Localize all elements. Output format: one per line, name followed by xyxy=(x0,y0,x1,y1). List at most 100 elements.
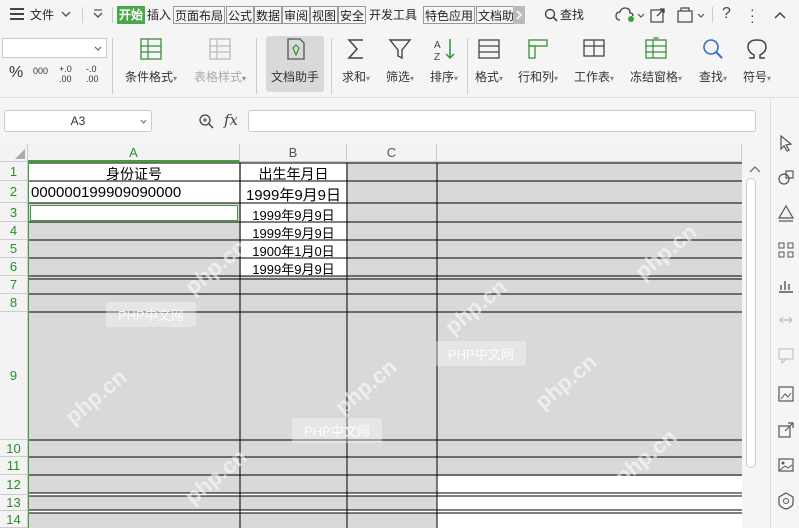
chart-icon[interactable] xyxy=(777,276,795,294)
share-out-icon[interactable] xyxy=(777,421,795,439)
watermark-box: PHP中文网 xyxy=(436,341,526,366)
scroll-up-icon[interactable] xyxy=(749,164,761,174)
sort-label: 排序 xyxy=(429,70,454,84)
doc-helper-label: 文档助手 xyxy=(270,70,319,84)
right-sidebar xyxy=(770,98,799,528)
doc-helper-button[interactable]: 文档助手 xyxy=(266,36,324,92)
row-header-7[interactable]: 7 xyxy=(0,276,28,294)
row-header-4[interactable]: 4 xyxy=(0,222,28,240)
hamburger-icon[interactable] xyxy=(10,8,24,23)
tab-data[interactable]: 数据 xyxy=(254,6,283,24)
shield-icon[interactable] xyxy=(777,492,795,510)
symbol-button[interactable]: 符号▾ xyxy=(739,36,775,85)
vertical-scrollbar[interactable] xyxy=(742,144,770,528)
svg-text:A: A xyxy=(434,40,441,51)
row-header-2[interactable]: 2 xyxy=(0,181,28,203)
format-button[interactable]: 格式▾ xyxy=(471,36,507,85)
comment-icon[interactable] xyxy=(777,346,795,364)
cell-b3-text: 1999年9月9日 xyxy=(252,208,335,223)
zoom-formula-icon[interactable] xyxy=(198,113,214,132)
row-header-11[interactable]: 11 xyxy=(0,457,28,475)
tab-formulas[interactable]: 公式 xyxy=(226,6,255,24)
sort-button[interactable]: AZ 排序▾ xyxy=(426,36,462,85)
scrollbar-thumb[interactable] xyxy=(746,178,756,468)
row-header-8[interactable]: 8 xyxy=(0,294,28,312)
thousands-button[interactable]: 000 xyxy=(33,66,48,76)
transform-icon[interactable] xyxy=(777,311,795,329)
export-icon[interactable] xyxy=(677,7,695,26)
decrease-decimal-button[interactable]: -.0 .00 xyxy=(86,64,99,84)
row-header-3[interactable]: 3 xyxy=(0,203,28,222)
tab-page-layout[interactable]: 页面布局 xyxy=(173,6,226,24)
row-header-9[interactable]: 9 xyxy=(0,312,28,440)
omega-icon xyxy=(747,39,767,59)
apps-grid-icon[interactable] xyxy=(777,241,795,259)
help-icon[interactable]: ? xyxy=(722,5,731,23)
file-menu[interactable]: 文件 xyxy=(30,6,54,24)
filter-label: 筛选 xyxy=(385,70,410,84)
format-label: 格式 xyxy=(474,70,499,84)
formula-input[interactable] xyxy=(248,110,756,132)
worksheet-button[interactable]: 工作表▾ xyxy=(570,36,618,85)
worksheet-label: 工作表 xyxy=(573,70,610,84)
chevron-down-icon[interactable] xyxy=(61,8,71,22)
more-options-icon[interactable]: · · · xyxy=(750,2,755,28)
function-icon[interactable]: fx xyxy=(224,111,238,129)
image-icon[interactable] xyxy=(777,456,795,474)
table-style-icon xyxy=(209,38,231,60)
find-label: 查找 xyxy=(698,70,723,84)
format-icon xyxy=(478,39,500,59)
cursor-select-icon[interactable] xyxy=(777,134,795,152)
freeze-panes-label: 冻结窗格 xyxy=(629,70,678,84)
formula-bar: A3 fx xyxy=(0,98,770,144)
tab-review[interactable]: 审阅 xyxy=(282,6,311,24)
grid-lines xyxy=(27,162,742,528)
quick-access-chevron-icon[interactable] xyxy=(93,8,103,23)
shapes-icon[interactable] xyxy=(777,169,795,187)
cloud-sync-icon[interactable] xyxy=(615,7,637,26)
conditional-format-label: 条件格式 xyxy=(124,70,173,84)
row-header-12[interactable]: 12 xyxy=(0,475,28,495)
percent-button[interactable]: % xyxy=(9,64,23,82)
style-icon[interactable] xyxy=(777,204,795,222)
filter-button[interactable]: 筛选▾ xyxy=(382,36,418,85)
name-box[interactable]: A3 xyxy=(4,110,152,132)
chevron-down-icon[interactable] xyxy=(697,9,705,23)
tabs-scroll-right-icon[interactable] xyxy=(513,6,525,24)
sum-button[interactable]: 求和▾ xyxy=(338,36,374,85)
spreadsheet-grid[interactable]: A B C 1 2 3 4 5 6 7 8 9 10 11 12 13 14 身… xyxy=(0,144,770,528)
doc-helper-icon xyxy=(287,38,305,60)
sum-label: 求和 xyxy=(341,70,366,84)
cell-a1-text: 身份证号 xyxy=(106,166,162,182)
freeze-panes-button[interactable]: 冻结窗格▾ xyxy=(626,36,686,85)
row-header-14[interactable]: 14 xyxy=(0,511,28,528)
row-header-6[interactable]: 6 xyxy=(0,258,28,276)
tab-home[interactable]: 开始 xyxy=(117,6,146,24)
tab-developer[interactable]: 开发工具 xyxy=(369,6,417,24)
share-icon[interactable] xyxy=(650,7,666,26)
find-icon xyxy=(703,39,723,59)
chevron-down-icon[interactable] xyxy=(637,9,645,23)
symbol-label: 符号 xyxy=(742,70,767,84)
find-button[interactable]: 查找▾ xyxy=(695,36,731,85)
conditional-format-button[interactable]: 条件格式▾ xyxy=(121,36,181,85)
tab-view[interactable]: 视图 xyxy=(310,6,339,24)
tab-security[interactable]: 安全 xyxy=(338,6,367,24)
table-style-button[interactable]: 表格样式▾ xyxy=(190,36,250,85)
row-header-10[interactable]: 10 xyxy=(0,440,28,457)
ribbon-toolbar: % 000 +.0 .00 -.0 .00 条件格式▾ 表格样式▾ 文档助手 求… xyxy=(0,30,799,98)
conditional-format-icon xyxy=(140,38,162,60)
tab-special[interactable]: 特色应用 xyxy=(423,6,476,24)
tab-doc-helper[interactable]: 文档助 xyxy=(476,6,517,24)
increase-decimal-button[interactable]: +.0 .00 xyxy=(59,64,72,84)
number-format-select[interactable] xyxy=(2,38,107,58)
row-header-5[interactable]: 5 xyxy=(0,240,28,258)
tab-insert[interactable]: 插入 xyxy=(147,6,171,24)
row-col-button[interactable]: 行和列▾ xyxy=(515,36,561,85)
row-header-1[interactable]: 1 xyxy=(0,162,28,181)
row-header-13[interactable]: 13 xyxy=(0,495,28,511)
search-label[interactable]: 查找 xyxy=(560,6,584,24)
collapse-ribbon-icon[interactable] xyxy=(774,9,786,23)
picture-frame-icon[interactable] xyxy=(777,385,795,403)
search-icon[interactable] xyxy=(544,8,558,25)
